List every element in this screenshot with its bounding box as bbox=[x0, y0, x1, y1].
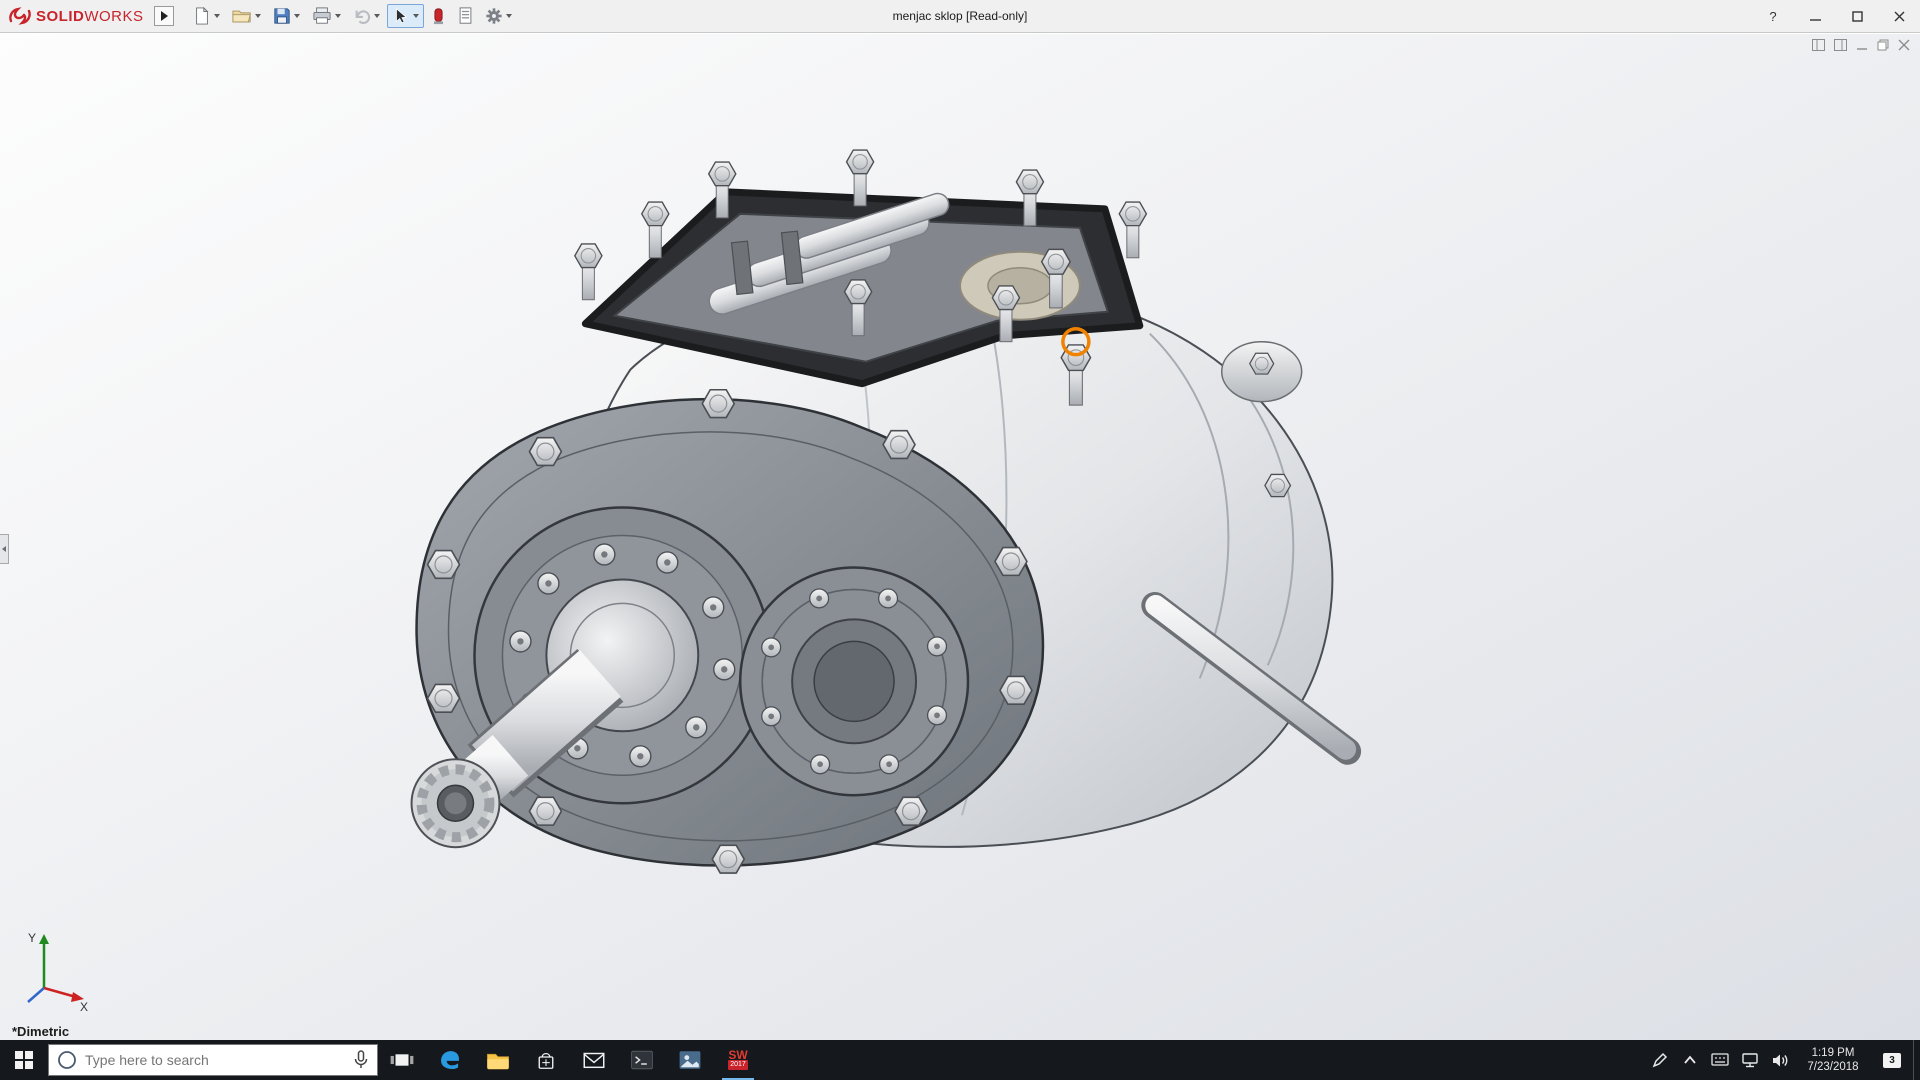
printer-icon bbox=[312, 7, 332, 25]
network-icon bbox=[1741, 1053, 1759, 1068]
new-file-button[interactable] bbox=[188, 4, 225, 28]
store-bag-icon bbox=[534, 1048, 558, 1072]
windows-logo-icon bbox=[15, 1051, 33, 1069]
sw-badge-text: SW bbox=[728, 1050, 747, 1060]
file-properties-icon bbox=[458, 7, 473, 25]
maximize-button[interactable] bbox=[1836, 0, 1878, 33]
help-button[interactable]: ? bbox=[1752, 0, 1794, 33]
select-cursor-icon bbox=[392, 7, 410, 25]
pane-left-icon[interactable] bbox=[1812, 39, 1825, 51]
view-orientation-label: *Dimetric bbox=[12, 1024, 69, 1039]
store-button[interactable] bbox=[522, 1040, 570, 1080]
solidworks-taskbar-button[interactable]: SW 2017 bbox=[714, 1040, 762, 1080]
edge-icon bbox=[437, 1047, 463, 1073]
titlebar: SOLIDWORKS bbox=[0, 0, 1920, 33]
screen: SOLIDWORKS bbox=[0, 0, 1920, 1080]
open-folder-icon bbox=[232, 8, 252, 25]
system-tray: 1:19 PM 7/23/2018 3 bbox=[1645, 1040, 1920, 1080]
notification-badge: 3 bbox=[1883, 1053, 1901, 1068]
select-tool-button[interactable] bbox=[387, 4, 424, 28]
rebuild-button[interactable] bbox=[426, 4, 451, 28]
edge-button[interactable] bbox=[426, 1040, 474, 1080]
orientation-triad: Y X bbox=[18, 926, 92, 1012]
network-button[interactable] bbox=[1735, 1040, 1765, 1080]
action-center-button[interactable]: 3 bbox=[1871, 1040, 1913, 1080]
print-button[interactable] bbox=[307, 4, 346, 28]
doc-minimize-icon[interactable] bbox=[1856, 39, 1868, 51]
taskbar-clock[interactable]: 1:19 PM 7/23/2018 bbox=[1795, 1040, 1871, 1080]
new-document-icon bbox=[193, 7, 211, 25]
brand-solid: SOLID bbox=[36, 8, 84, 25]
document-window-controls bbox=[1812, 39, 1910, 51]
solidworks-logo: SOLIDWORKS bbox=[0, 6, 154, 26]
photos-icon bbox=[678, 1049, 702, 1071]
volume-icon bbox=[1772, 1053, 1789, 1068]
clock-date: 7/23/2018 bbox=[1807, 1060, 1858, 1074]
triad-y-label: Y bbox=[28, 931, 36, 945]
ds-logo-icon bbox=[8, 6, 32, 26]
mail-envelope-icon bbox=[581, 1049, 607, 1071]
maximize-icon bbox=[1852, 11, 1863, 22]
undo-button[interactable] bbox=[348, 5, 385, 27]
hidden-icons-button[interactable] bbox=[1675, 1040, 1705, 1080]
task-view-button[interactable] bbox=[378, 1040, 426, 1080]
terminal-icon bbox=[630, 1049, 654, 1071]
dropdown-caret[interactable] bbox=[335, 14, 341, 18]
windows-taskbar: SW 2017 bbox=[0, 1040, 1920, 1080]
cortana-icon bbox=[57, 1050, 77, 1070]
side-cover[interactable] bbox=[740, 567, 968, 795]
mail-button[interactable] bbox=[570, 1040, 618, 1080]
keyboard-icon bbox=[1711, 1053, 1729, 1067]
save-floppy-icon bbox=[273, 7, 291, 25]
folder-icon bbox=[485, 1049, 511, 1071]
file-properties-button[interactable] bbox=[453, 4, 478, 28]
chevron-up-icon bbox=[1683, 1055, 1697, 1065]
rebuild-traffic-light-icon bbox=[431, 7, 446, 25]
windows-ink-button[interactable] bbox=[1645, 1040, 1675, 1080]
task-view-icon bbox=[389, 1049, 415, 1071]
standard-toolbar bbox=[188, 4, 517, 28]
terminal-button[interactable] bbox=[618, 1040, 666, 1080]
gear-icon bbox=[485, 7, 503, 25]
dropdown-caret[interactable] bbox=[214, 14, 220, 18]
minimize-icon bbox=[1810, 11, 1821, 22]
start-button[interactable] bbox=[0, 1040, 48, 1080]
dropdown-caret[interactable] bbox=[374, 14, 380, 18]
dropdown-caret[interactable] bbox=[294, 14, 300, 18]
brand-works: WORKS bbox=[84, 8, 143, 25]
panel-collapse-tab[interactable] bbox=[0, 534, 9, 564]
photos-button[interactable] bbox=[666, 1040, 714, 1080]
close-icon bbox=[1894, 11, 1905, 22]
pen-icon bbox=[1652, 1052, 1668, 1068]
file-explorer-button[interactable] bbox=[474, 1040, 522, 1080]
show-desktop-button[interactable] bbox=[1913, 1040, 1920, 1080]
triad-x-label: X bbox=[80, 1000, 88, 1012]
toolbar-expand-button[interactable] bbox=[154, 6, 174, 26]
microphone-icon[interactable] bbox=[353, 1050, 369, 1070]
minimize-button[interactable] bbox=[1794, 0, 1836, 33]
doc-restore-icon[interactable] bbox=[1877, 39, 1889, 51]
dropdown-caret[interactable] bbox=[506, 14, 512, 18]
sw-badge-year: 2017 bbox=[728, 1060, 748, 1070]
dropdown-caret[interactable] bbox=[413, 14, 419, 18]
save-button[interactable] bbox=[268, 4, 305, 28]
doc-close-icon[interactable] bbox=[1898, 39, 1910, 51]
brand-text: SOLIDWORKS bbox=[36, 8, 144, 25]
play-arrow-icon bbox=[160, 11, 168, 21]
pane-right-icon[interactable] bbox=[1834, 39, 1847, 51]
close-button[interactable] bbox=[1878, 0, 1920, 33]
search-input[interactable] bbox=[85, 1052, 345, 1068]
window-controls: ? bbox=[1752, 0, 1920, 33]
3d-model-canvas[interactable] bbox=[0, 34, 1920, 1040]
dropdown-caret[interactable] bbox=[255, 14, 261, 18]
volume-button[interactable] bbox=[1765, 1040, 1795, 1080]
clock-time: 1:19 PM bbox=[1812, 1046, 1855, 1060]
touch-keyboard-button[interactable] bbox=[1705, 1040, 1735, 1080]
solidworks-app-icon: SW 2017 bbox=[728, 1050, 748, 1070]
graphics-viewport[interactable]: Y X *Dimetric bbox=[0, 34, 1920, 1040]
taskbar-search[interactable] bbox=[48, 1044, 378, 1076]
open-file-button[interactable] bbox=[227, 5, 266, 28]
options-button[interactable] bbox=[480, 4, 517, 28]
undo-arrow-icon bbox=[353, 8, 371, 24]
